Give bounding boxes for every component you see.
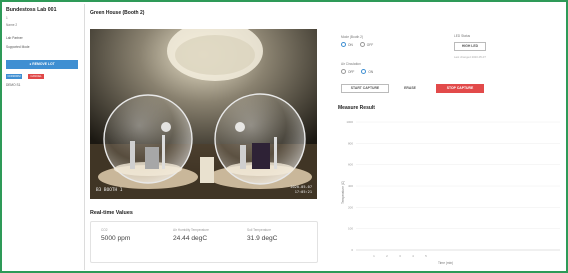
sidebar-line-1: 1 xyxy=(6,16,8,20)
realtime-value: 31.9 degC xyxy=(247,235,278,242)
chart-y-tick-label: 400 xyxy=(348,184,353,188)
chart-y-tick-label: 200 xyxy=(348,205,353,209)
chart-y-ticks: 10008006004002001000 xyxy=(346,120,353,252)
led-label: LED Status xyxy=(454,34,471,38)
chart-y-tick-label: 0 xyxy=(351,248,353,252)
realtime-value: 5000 ppm xyxy=(101,235,131,242)
sidebar-title: Bundestoss Lab 001 xyxy=(6,7,57,13)
realtime-values-card: CO2 5000 ppm Air Humidity Temperature 24… xyxy=(90,221,318,263)
chart-y-tick-label: 1000 xyxy=(346,120,353,124)
chart-x-tick-label: 5 xyxy=(425,254,427,258)
realtime-title: Real-time Values xyxy=(90,210,133,216)
chart-grid xyxy=(356,121,560,251)
camera-time: 17:05:21 xyxy=(294,190,312,194)
sidebar-footer: DEMO S1 xyxy=(6,83,21,87)
remove-lot-button[interactable]: ● REMOVE LOT xyxy=(6,60,78,69)
stop-capture-button[interactable]: STOP CAPTURE xyxy=(436,84,484,93)
camera-feed: B3 BOOTH 1 2020-05-07 17:05:21 xyxy=(90,29,317,199)
air-option-on: ON xyxy=(368,69,374,74)
air-option-off: OFF xyxy=(348,69,355,74)
realtime-label: Soil Temperature xyxy=(247,228,272,232)
chart-y-axis-label: Temperature (C) xyxy=(341,181,345,204)
air-radio-off[interactable] xyxy=(341,69,346,74)
air-radio-group: OFF ON xyxy=(341,69,373,74)
remove-lot-label: REMOVE LOT xyxy=(32,62,55,66)
mode-option-off: OFF xyxy=(366,42,374,47)
measure-chart: 10008006004002001000 12345 Temperature (… xyxy=(341,120,560,265)
air-radio-on[interactable] xyxy=(361,69,367,74)
realtime-item-air-temperature: Air Humidity Temperature 24.44 degC xyxy=(173,228,215,242)
realtime-label: CO2 xyxy=(101,228,108,232)
realtime-item-co2: CO2 5000 ppm xyxy=(101,228,130,242)
sidebar-field-mode: Supported Mode xyxy=(6,45,30,49)
mode-radio-on[interactable] xyxy=(341,42,346,47)
erase-button[interactable]: ERASE xyxy=(400,84,420,93)
mode-option-on: ON xyxy=(348,42,353,47)
air-label: Air Circulation xyxy=(341,62,361,66)
high-led-button[interactable]: HIGH LED xyxy=(454,42,486,51)
chart-x-axis-label: Time (min) xyxy=(438,261,453,265)
chart-y-tick-label: 600 xyxy=(348,163,353,167)
realtime-value: 24.44 degC xyxy=(173,235,208,242)
camera-image xyxy=(90,29,317,199)
control-panel: Mode (Booth 2) ON OFF Air Circulation OF… xyxy=(338,0,564,273)
realtime-item-soil-temperature: Soil Temperature 31.9 degC xyxy=(247,228,287,242)
chart-x-ticks: 1 2 3 4 5 xyxy=(373,254,427,258)
chart-x-tick-label: 1 xyxy=(373,254,375,258)
realtime-label: Air Humidity Temperature xyxy=(173,228,209,232)
measure-result-title: Measure Result xyxy=(338,105,375,111)
confirm-button[interactable]: CONFIRM xyxy=(6,74,22,79)
sidebar-divider xyxy=(84,4,85,270)
chart-y-tick-label: 800 xyxy=(348,141,353,145)
mode-radio-group: ON OFF xyxy=(341,42,373,47)
camera-timestamp: 2020-05-07 17:05:21 xyxy=(290,185,312,195)
cancel-button[interactable]: CANCEL xyxy=(28,74,44,79)
camera-label: B3 BOOTH 1 xyxy=(96,188,123,193)
sidebar-field-lab-partner: Lab Partner xyxy=(6,36,23,40)
chart-x-tick-label: 4 xyxy=(412,254,414,258)
chart-y-tick-label: 100 xyxy=(348,227,353,231)
mode-radio-off[interactable] xyxy=(359,42,365,47)
chart-x-tick-label: 3 xyxy=(399,254,401,258)
chart-x-tick-label: 2 xyxy=(386,254,388,258)
page-title: Green House (Booth 2) xyxy=(90,10,145,16)
sidebar: Bundestoss Lab 001 1 Name 2 Lab Partner … xyxy=(6,7,78,87)
led-note: Last changed 2020-05-07 xyxy=(454,55,486,59)
mode-label: Mode (Booth 2) xyxy=(341,35,363,39)
start-capture-button[interactable]: START CAPTURE xyxy=(341,84,389,93)
